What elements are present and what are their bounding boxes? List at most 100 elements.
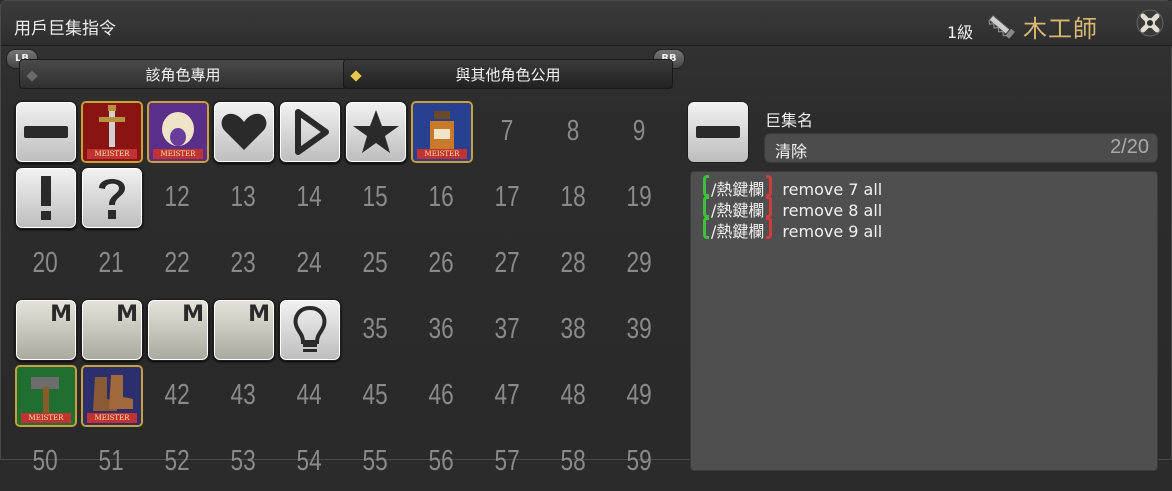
slot-number: 19 bbox=[626, 181, 652, 213]
empty-macro-slot[interactable]: 22 bbox=[147, 233, 207, 293]
empty-macro-slot[interactable]: 55 bbox=[345, 431, 405, 491]
slot-number: 25 bbox=[362, 247, 388, 279]
saw-icon bbox=[988, 14, 1017, 41]
empty-macro-slot[interactable]: 44 bbox=[279, 365, 339, 425]
slot-number: 13 bbox=[230, 181, 256, 213]
macro-slot-4[interactable] bbox=[279, 101, 341, 163]
empty-macro-slot[interactable]: 18 bbox=[543, 167, 603, 227]
job-name: 木工師 bbox=[1023, 15, 1098, 43]
empty-macro-slot[interactable]: 16 bbox=[411, 167, 471, 227]
macro-slot-3[interactable] bbox=[213, 101, 275, 163]
slot-number: 55 bbox=[362, 445, 388, 477]
meister-label: MEISTER bbox=[417, 149, 467, 159]
tab-character-specific[interactable]: 該角色專用 bbox=[19, 59, 347, 89]
tab-shared[interactable]: 與其他角色公用 bbox=[343, 59, 673, 89]
macro-slot-11[interactable] bbox=[81, 167, 143, 229]
empty-macro-slot[interactable]: 29 bbox=[609, 233, 669, 293]
slot-number: 43 bbox=[230, 379, 256, 411]
empty-macro-slot[interactable]: 47 bbox=[477, 365, 537, 425]
empty-macro-slot[interactable]: 9 bbox=[609, 101, 669, 161]
slot-number: 59 bbox=[626, 445, 652, 477]
macro-name-field[interactable]: 清除 2/20 bbox=[764, 133, 1158, 163]
empty-macro-slot[interactable]: 35 bbox=[345, 299, 405, 359]
empty-macro-slot[interactable]: 8 bbox=[543, 101, 603, 161]
empty-macro-slot[interactable]: 12 bbox=[147, 167, 207, 227]
macro-line: /熱鍵欄 remove 7 all bbox=[703, 175, 882, 199]
slot-number: 44 bbox=[296, 379, 322, 411]
slot-number: 26 bbox=[428, 247, 454, 279]
close-icon[interactable] bbox=[1135, 8, 1165, 38]
bracket-close-icon bbox=[766, 175, 773, 197]
tab-label: 該角色專用 bbox=[145, 66, 221, 84]
empty-macro-slot[interactable]: 28 bbox=[543, 233, 603, 293]
macro-slot-5[interactable] bbox=[345, 101, 407, 163]
minus-icon bbox=[696, 126, 740, 138]
window-title: 用戶巨集指令 bbox=[14, 19, 116, 39]
macro-slot-41[interactable]: MEISTER bbox=[81, 365, 143, 427]
empty-macro-slot[interactable]: 23 bbox=[213, 233, 273, 293]
meister-label: MEISTER bbox=[21, 413, 71, 423]
slot-number: 53 bbox=[230, 445, 256, 477]
empty-macro-slot[interactable]: 36 bbox=[411, 299, 471, 359]
empty-macro-slot[interactable]: 43 bbox=[213, 365, 273, 425]
heart-icon bbox=[221, 113, 267, 150]
macro-slot-2[interactable]: MEISTER bbox=[147, 101, 209, 163]
empty-macro-slot[interactable]: 48 bbox=[543, 365, 603, 425]
exclamation-icon bbox=[41, 176, 51, 220]
empty-macro-slot[interactable]: 19 bbox=[609, 167, 669, 227]
macro-name-value: 清除 bbox=[775, 142, 808, 161]
empty-macro-slot[interactable]: 58 bbox=[543, 431, 603, 491]
macro-slot-6[interactable]: MEISTER bbox=[411, 101, 473, 163]
lightbulb-icon bbox=[293, 305, 327, 352]
slot-number: 7 bbox=[500, 115, 514, 147]
slot-number: 28 bbox=[560, 247, 586, 279]
empty-macro-slot[interactable]: 38 bbox=[543, 299, 603, 359]
macro-slot-0[interactable] bbox=[15, 101, 77, 163]
empty-macro-slot[interactable]: 51 bbox=[81, 431, 141, 491]
empty-macro-slot[interactable]: 15 bbox=[345, 167, 405, 227]
empty-macro-slot[interactable]: 45 bbox=[345, 365, 405, 425]
empty-macro-slot[interactable]: 56 bbox=[411, 431, 471, 491]
macro-editor[interactable]: /熱鍵欄 remove 7 all /熱鍵欄 remove 8 all /熱鍵欄 re… bbox=[690, 171, 1158, 471]
slot-number: 15 bbox=[362, 181, 388, 213]
macro-slot-31[interactable]: M bbox=[81, 299, 143, 361]
macro-slot-33[interactable]: M bbox=[213, 299, 275, 361]
bracket-open-icon bbox=[703, 217, 709, 239]
macro-slot-40[interactable]: MEISTER bbox=[15, 365, 77, 427]
empty-macro-slot[interactable]: 49 bbox=[609, 365, 669, 425]
bracket-close-icon bbox=[766, 217, 773, 239]
empty-macro-slot[interactable]: 7 bbox=[477, 101, 537, 161]
empty-macro-slot[interactable]: 50 bbox=[15, 431, 75, 491]
slot-number: 29 bbox=[626, 247, 652, 279]
empty-macro-slot[interactable]: 27 bbox=[477, 233, 537, 293]
empty-macro-slot[interactable]: 37 bbox=[477, 299, 537, 359]
macro-slot-1[interactable]: MEISTER bbox=[81, 101, 143, 163]
empty-macro-slot[interactable]: 25 bbox=[345, 233, 405, 293]
slot-number: 14 bbox=[296, 181, 322, 213]
empty-macro-slot[interactable]: 20 bbox=[15, 233, 75, 293]
selected-macro-icon[interactable] bbox=[687, 101, 749, 163]
macro-slot-34[interactable] bbox=[279, 299, 341, 361]
slot-number: 18 bbox=[560, 181, 586, 213]
macro-slot-30[interactable]: M bbox=[15, 299, 77, 361]
empty-macro-slot[interactable]: 59 bbox=[609, 431, 669, 491]
empty-macro-slot[interactable]: 17 bbox=[477, 167, 537, 227]
empty-macro-slot[interactable]: 52 bbox=[147, 431, 207, 491]
empty-macro-slot[interactable]: 39 bbox=[609, 299, 669, 359]
empty-macro-slot[interactable]: 46 bbox=[411, 365, 471, 425]
empty-macro-slot[interactable]: 57 bbox=[477, 431, 537, 491]
empty-macro-slot[interactable]: 21 bbox=[81, 233, 141, 293]
empty-macro-slot[interactable]: 24 bbox=[279, 233, 339, 293]
empty-macro-slot[interactable]: 54 bbox=[279, 431, 339, 491]
empty-macro-slot[interactable]: 13 bbox=[213, 167, 273, 227]
macro-args: remove 9 all bbox=[782, 222, 883, 241]
slot-number: 16 bbox=[428, 181, 454, 213]
slot-number: 21 bbox=[98, 247, 124, 279]
empty-macro-slot[interactable]: 53 bbox=[213, 431, 273, 491]
empty-macro-slot[interactable]: 42 bbox=[147, 365, 207, 425]
empty-macro-slot[interactable]: 14 bbox=[279, 167, 339, 227]
slot-number: 9 bbox=[632, 115, 646, 147]
macro-slot-32[interactable]: M bbox=[147, 299, 209, 361]
macro-slot-10[interactable] bbox=[15, 167, 77, 229]
empty-macro-slot[interactable]: 26 bbox=[411, 233, 471, 293]
